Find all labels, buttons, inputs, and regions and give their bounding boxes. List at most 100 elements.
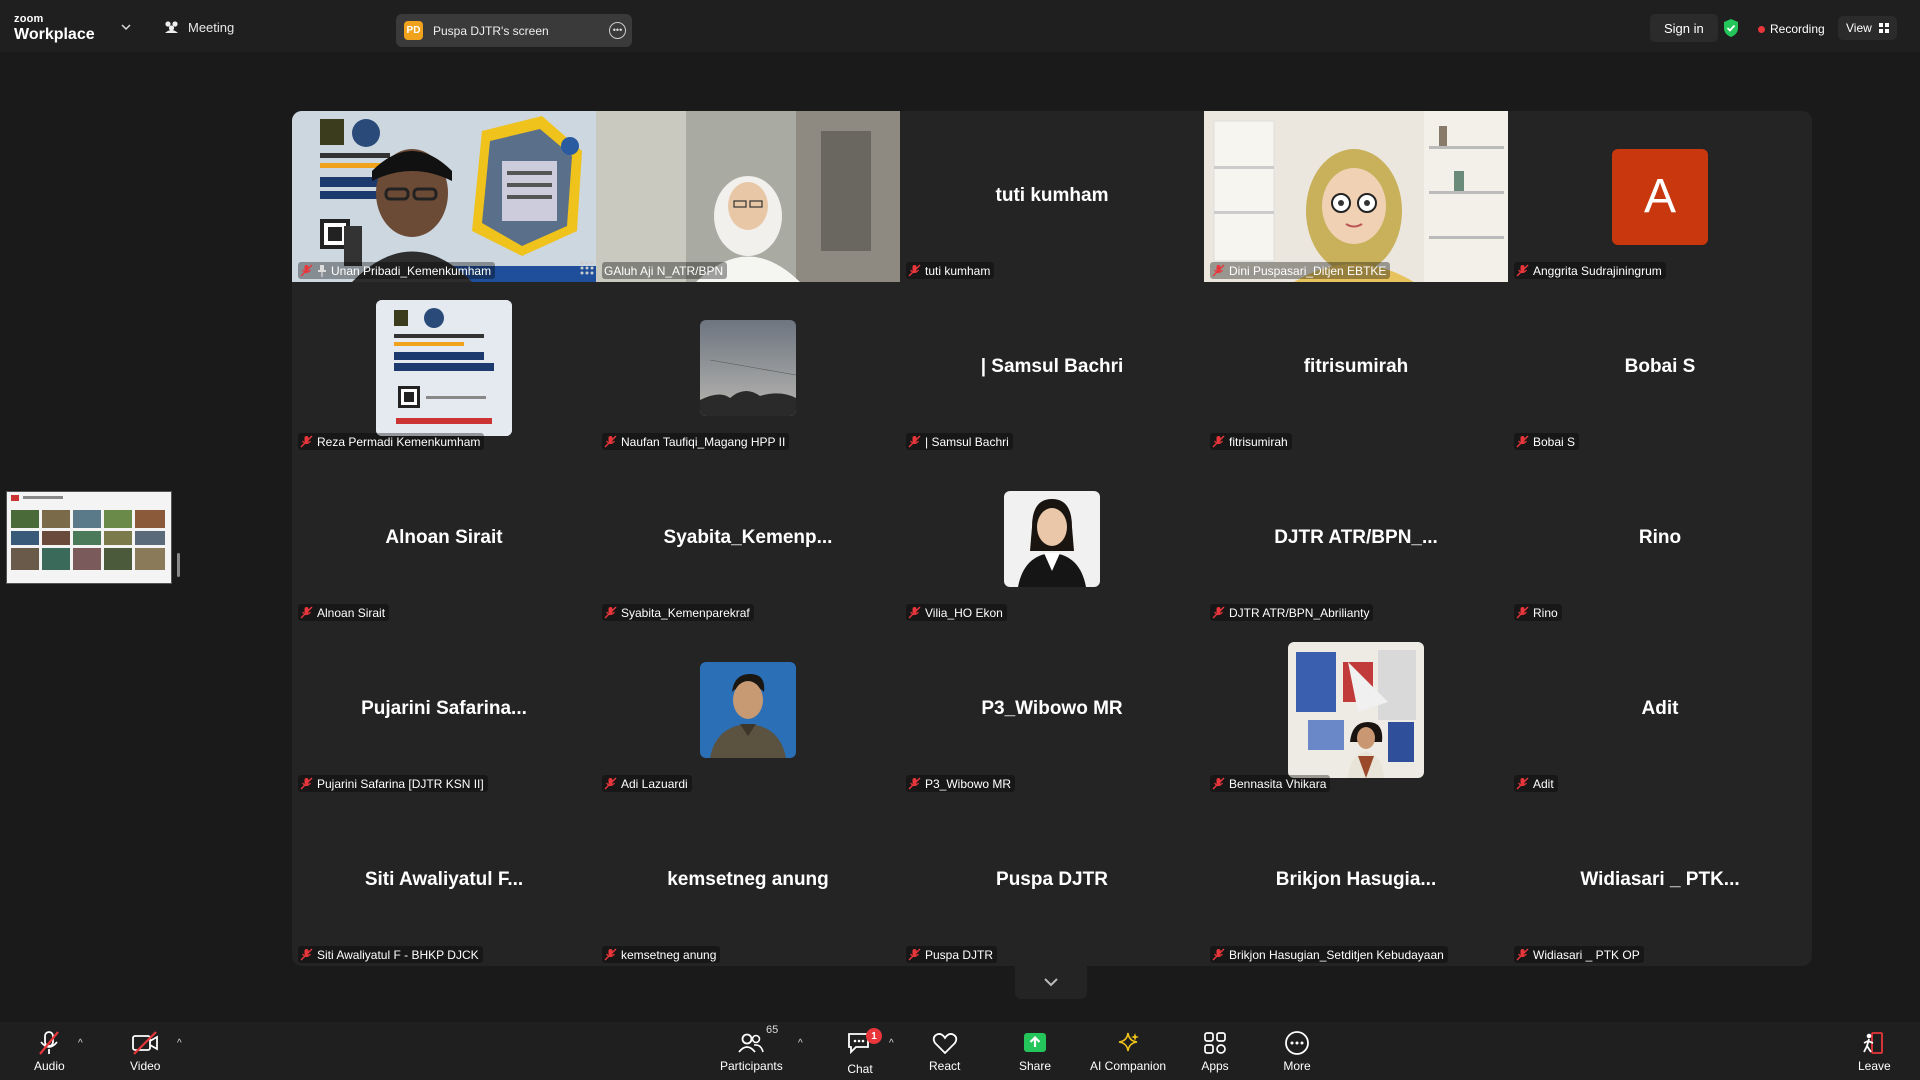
participant-name: Rino: [1533, 605, 1558, 620]
mic-muted-icon: [1212, 264, 1225, 277]
participant-name: P3_Wibowo MR: [925, 776, 1012, 791]
participant-name: Anggrita Sudrajiningrum: [1533, 263, 1662, 278]
more-button[interactable]: More: [1283, 1030, 1311, 1073]
leave-button[interactable]: Leave: [1858, 1030, 1891, 1073]
video-options-caret-icon[interactable]: ^: [177, 1038, 182, 1049]
mic-muted-icon: [908, 606, 921, 619]
participant-tile[interactable]: fitrisumirah fitrisumirah: [1204, 282, 1508, 453]
thumbnail-scroll-handle[interactable]: [177, 553, 180, 577]
participant-tile[interactable]: Syabita_Kemenp... Syabita_Kemenparekraf: [596, 453, 900, 624]
participant-tile[interactable]: Reza Permadi Kemenkumham: [292, 282, 596, 453]
participant-tile[interactable]: Adi Lazuardi: [596, 624, 900, 795]
mic-muted-icon: [1516, 264, 1529, 277]
recording-indicator[interactable]: Recording: [1754, 18, 1833, 40]
apps-label: Apps: [1201, 1059, 1229, 1073]
participant-name-tag: Adit: [1514, 775, 1558, 792]
participant-tile[interactable]: DJTR ATR/BPN_... DJTR ATR/BPN_Abrilianty: [1204, 453, 1508, 624]
participant-tile[interactable]: Adit Adit: [1508, 624, 1812, 795]
participant-tile[interactable]: P3_Wibowo MR P3_Wibowo MR: [900, 624, 1204, 795]
share-screen-icon: [1024, 1033, 1047, 1052]
shared-screen-thumbnail[interactable]: [6, 491, 172, 584]
ai-companion-label: AI Companion: [1090, 1059, 1167, 1073]
mic-muted-icon: [604, 777, 617, 790]
participant-name: Brikjon Hasugian_Setditjen Kebudayaan: [1229, 947, 1444, 962]
participant-tile[interactable]: Naufan Taufiqi_Magang HPP II: [596, 282, 900, 453]
participant-video: [292, 111, 596, 282]
next-page-button[interactable]: [1015, 965, 1087, 999]
meeting-toolbar: Audio ^ Video ^ Participants 65 ^ 1 Chat…: [0, 1022, 1920, 1080]
participant-tile[interactable]: Puspa DJTR Puspa DJTR: [900, 795, 1204, 966]
participant-name: Alnoan Sirait: [317, 605, 386, 620]
participant-name-tag: Syabita_Kemenparekraf: [602, 604, 754, 621]
chat-label: Chat: [847, 1062, 873, 1076]
shared-screen-preview: [7, 492, 171, 583]
ai-companion-button[interactable]: AI Companion: [1090, 1030, 1166, 1073]
participant-tile[interactable]: | Samsul Bachri | Samsul Bachri: [900, 282, 1204, 453]
participant-display-name: Syabita_Kemenp...: [663, 527, 833, 548]
participant-name-tag: | Samsul Bachri: [906, 433, 1013, 450]
participant-display-name: Puspa DJTR: [996, 869, 1108, 890]
participant-name: Siti Awaliyatul F - BHKP DJCK: [317, 947, 479, 962]
participant-tile[interactable]: Widiasari _ PTK... Widiasari _ PTK OP: [1508, 795, 1812, 966]
mic-muted-icon: [1516, 777, 1529, 790]
participant-name-tag: Unan Pribadi_Kemenkumham: [298, 262, 496, 279]
participant-name: Bobai S: [1533, 434, 1576, 449]
people-icon: [165, 21, 178, 33]
participant-tile-active-speaker[interactable]: GAluh Aji N_ATR/BPN: [596, 111, 900, 282]
sparkle-icon: [1118, 1032, 1140, 1052]
participant-tile[interactable]: Siti Awaliyatul F... Siti Awaliyatul F -…: [292, 795, 596, 966]
apps-grid-icon: [1204, 1032, 1226, 1054]
participant-tile[interactable]: Alnoan Sirait Alnoan Sirait: [292, 453, 596, 624]
participant-tile[interactable]: Brikjon Hasugia... Brikjon Hasugian_Setd…: [1204, 795, 1508, 966]
participant-avatar: [1288, 641, 1424, 778]
chat-button[interactable]: 1 Chat: [846, 1028, 882, 1076]
participants-button[interactable]: Participants: [720, 1030, 783, 1073]
participant-display-name: kemsetneg anung: [667, 869, 829, 890]
participant-name: Widiasari _ PTK OP: [1533, 947, 1640, 962]
participant-display-name: Widiasari _ PTK...: [1580, 869, 1740, 890]
mic-muted-icon: [1516, 606, 1529, 619]
screen-share-indicator[interactable]: PD Puspa DJTR's screen •••: [396, 14, 632, 47]
audio-button[interactable]: Audio: [34, 1030, 65, 1073]
participant-tile[interactable]: kemsetneg anung kemsetneg anung: [596, 795, 900, 966]
react-button[interactable]: React: [929, 1030, 960, 1073]
mic-muted-icon: [1212, 777, 1225, 790]
chat-unread-badge: 1: [866, 1028, 882, 1044]
participant-avatar: [700, 319, 796, 416]
participant-name-tag: Bobai S: [1514, 433, 1580, 450]
share-button[interactable]: Share: [1019, 1030, 1051, 1073]
participant-name-tag: kemsetneg anung: [602, 946, 721, 963]
video-button[interactable]: Video: [130, 1030, 160, 1073]
more-options-icon[interactable]: •••: [609, 22, 626, 39]
participant-tile[interactable]: Rino Rino: [1508, 453, 1812, 624]
zoom-workplace-logo[interactable]: zoom Workplace: [14, 14, 95, 43]
participant-tile[interactable]: Dini Puspasari_Ditjen EBTKE: [1204, 111, 1508, 282]
sign-in-button[interactable]: Sign in: [1650, 14, 1718, 42]
mic-muted-icon: [908, 264, 921, 277]
participant-name: tuti kumham: [925, 263, 991, 278]
audio-options-caret-icon[interactable]: ^: [78, 1038, 83, 1049]
participant-avatar: [700, 661, 796, 758]
mic-muted-icon: [604, 606, 617, 619]
participant-tile[interactable]: Bobai S Bobai S: [1508, 282, 1812, 453]
meeting-menu[interactable]: Meeting: [163, 20, 234, 35]
avatar-letter: A: [1643, 170, 1676, 223]
chat-options-caret-icon[interactable]: ^: [889, 1038, 894, 1049]
more-label: More: [1283, 1059, 1311, 1073]
apps-button[interactable]: Apps: [1201, 1030, 1229, 1073]
chevron-down-icon[interactable]: [121, 22, 131, 32]
participant-tile[interactable]: Unan Pribadi_Kemenkumham: [292, 111, 596, 282]
participant-tile[interactable]: Bennasita Vhikara: [1204, 624, 1508, 795]
participant-tile[interactable]: A Anggrita Sudrajiningrum: [1508, 111, 1812, 282]
participant-display-name: fitrisumirah: [1303, 356, 1409, 377]
participant-name: Dini Puspasari_Ditjen EBTKE: [1229, 263, 1387, 278]
mic-muted-icon: [39, 1031, 60, 1055]
view-button[interactable]: View: [1838, 16, 1897, 40]
encryption-shield-icon[interactable]: [1722, 18, 1740, 38]
participant-avatar: [376, 299, 512, 436]
participant-tile[interactable]: Pujarini Safarina... Pujarini Safarina […: [292, 624, 596, 795]
audio-label: Audio: [34, 1059, 65, 1073]
participant-tile[interactable]: Vilia_HO Ekon: [900, 453, 1204, 624]
participant-tile[interactable]: tuti kumham tuti kumham: [900, 111, 1204, 282]
participants-options-caret-icon[interactable]: ^: [798, 1038, 803, 1049]
